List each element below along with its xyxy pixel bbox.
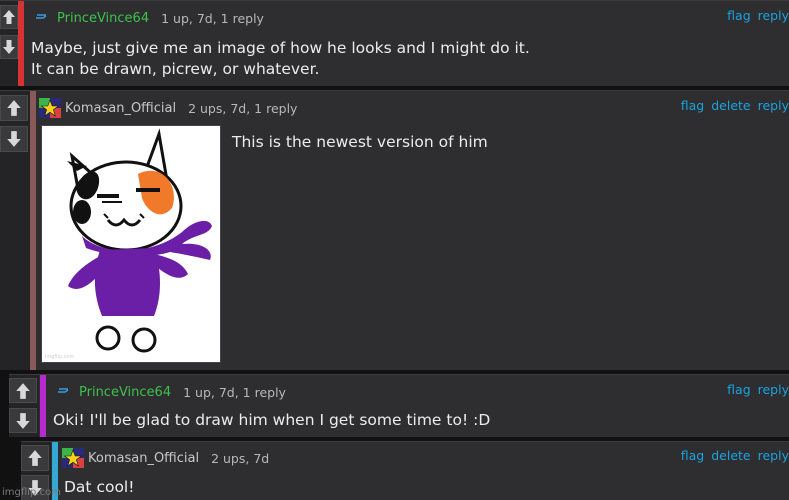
comment-3: PrinceVince64 1 up, 7d, 1 reply flag rep… bbox=[9, 374, 789, 437]
vote-column bbox=[0, 91, 30, 370]
downvote-button[interactable] bbox=[0, 35, 18, 59]
site-watermark: imgflip.com bbox=[2, 487, 61, 498]
arrow-down-icon bbox=[7, 131, 21, 147]
upvote-button[interactable] bbox=[21, 445, 49, 471]
comment-actions: flag delete reply bbox=[681, 448, 789, 463]
comment-2: Komasan_Official 2 ups, 7d, 1 reply flag… bbox=[0, 90, 789, 370]
thread-bar-purple bbox=[40, 375, 46, 437]
vote-column bbox=[0, 1, 18, 86]
comment-body: Dat cool! bbox=[64, 478, 135, 496]
username[interactable]: Komasan_Official bbox=[65, 101, 176, 116]
thread-bar-brown bbox=[30, 91, 36, 370]
user-flair-icon bbox=[62, 448, 84, 468]
comment-meta: 2 ups, 7d, 1 reply bbox=[188, 100, 298, 116]
comment-meta: 2 ups, 7d bbox=[211, 450, 270, 466]
arrow-down-icon bbox=[3, 40, 15, 54]
user-flair-icon bbox=[39, 98, 61, 118]
user-flair-icon bbox=[31, 8, 53, 28]
comment-meta: 1 up, 7d, 1 reply bbox=[161, 10, 264, 26]
comment-line: It can be drawn, picrew, or whatever. bbox=[31, 60, 320, 78]
username[interactable]: Komasan_Official bbox=[88, 451, 199, 466]
upvote-button[interactable] bbox=[0, 95, 28, 121]
comment-4: Komasan_Official 2 ups, 7d flag delete r… bbox=[21, 441, 789, 500]
downvote-button[interactable] bbox=[0, 126, 28, 152]
delete-link[interactable]: delete bbox=[711, 448, 750, 463]
upvote-button[interactable] bbox=[9, 378, 37, 403]
arrow-down-icon bbox=[16, 412, 30, 429]
flag-link[interactable]: flag bbox=[727, 382, 750, 397]
attached-image[interactable]: imgflip.com bbox=[41, 125, 221, 363]
flag-link[interactable]: flag bbox=[681, 448, 704, 463]
upvote-button[interactable] bbox=[0, 5, 18, 29]
comment-actions: flag reply bbox=[727, 382, 789, 397]
username[interactable]: PrinceVince64 bbox=[79, 385, 171, 400]
reply-link[interactable]: reply bbox=[758, 98, 789, 113]
arrow-up-icon bbox=[7, 100, 21, 116]
comment-1: PrinceVince64 1 up, 7d, 1 reply flag rep… bbox=[0, 0, 789, 86]
reply-link[interactable]: reply bbox=[758, 448, 789, 463]
comment-meta: 1 up, 7d, 1 reply bbox=[183, 384, 286, 400]
comment-header: PrinceVince64 1 up, 7d, 1 reply flag rep… bbox=[31, 8, 789, 28]
comment-body: This is the newest version of him bbox=[232, 133, 488, 151]
delete-link[interactable]: delete bbox=[711, 98, 750, 113]
comment-body: Maybe, just give me an image of how he l… bbox=[31, 38, 530, 80]
comment-line: Maybe, just give me an image of how he l… bbox=[31, 39, 530, 57]
reply-link[interactable]: reply bbox=[758, 382, 789, 397]
user-flair-icon bbox=[53, 382, 75, 402]
arrow-up-icon bbox=[16, 382, 30, 399]
flag-link[interactable]: flag bbox=[727, 8, 750, 23]
comment-header: PrinceVince64 1 up, 7d, 1 reply flag rep… bbox=[53, 382, 789, 402]
comment-body: Oki! I'll be glad to draw him when I get… bbox=[53, 411, 491, 429]
username[interactable]: PrinceVince64 bbox=[57, 11, 149, 26]
image-watermark: imgflip.com bbox=[45, 354, 75, 360]
comment-header: Komasan_Official 2 ups, 7d flag delete r… bbox=[62, 448, 789, 468]
comment-header: Komasan_Official 2 ups, 7d, 1 reply flag… bbox=[39, 98, 789, 118]
flag-link[interactable]: flag bbox=[681, 98, 704, 113]
comment-actions: flag reply bbox=[727, 8, 789, 23]
downvote-button[interactable] bbox=[9, 408, 37, 433]
thread-bar-red bbox=[18, 1, 24, 86]
cat-drawing-image bbox=[67, 128, 212, 353]
arrow-up-icon bbox=[3, 10, 15, 24]
vote-column bbox=[9, 375, 39, 437]
reply-link[interactable]: reply bbox=[758, 8, 789, 23]
arrow-up-icon bbox=[28, 450, 42, 466]
comment-actions: flag delete reply bbox=[681, 98, 789, 113]
